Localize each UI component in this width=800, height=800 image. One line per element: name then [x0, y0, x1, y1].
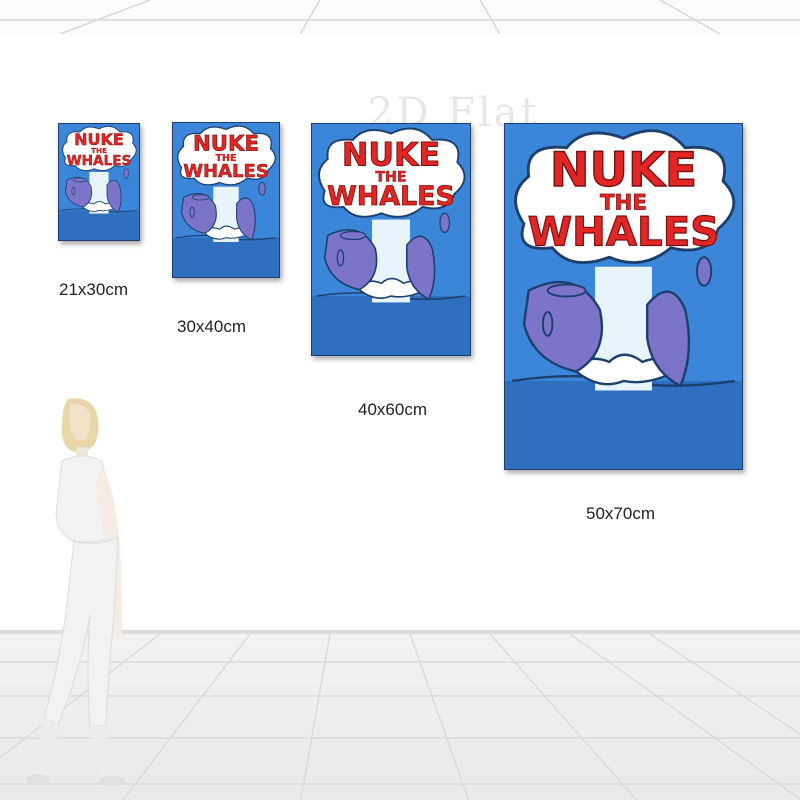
poster-title-line3: WHALES [67, 153, 132, 169]
size-label-50x70: 50x70cm [586, 504, 655, 523]
poster-artwork: NUKE THE WHALES [505, 124, 742, 469]
size-label-30x40: 30x40cm [177, 317, 246, 336]
poster-30x40: NUKE THE WHALES [172, 122, 280, 278]
poster-artwork: NUKE THE WHALES [312, 124, 470, 355]
poster-title-line3: WHALES [183, 161, 269, 182]
poster-artwork: NUKE THE WHALES [59, 124, 139, 240]
poster-title-line3: WHALES [327, 181, 455, 212]
size-label-21x30: 21x30cm [59, 280, 128, 299]
poster-50x70: NUKE THE WHALES [504, 123, 743, 470]
poster-40x60: NUKE THE WHALES [311, 123, 471, 356]
poster-title-line1: NUKE [342, 137, 440, 173]
poster-21x30: NUKE THE WHALES [58, 123, 140, 241]
size-label-40x60: 40x60cm [358, 400, 427, 419]
gallery-scene: 2D Flat NUKE THE WHALES NUKE THE WHALES … [0, 0, 800, 800]
poster-title-line3: WHALES [528, 208, 720, 255]
ceiling-grid [0, 0, 800, 35]
poster-artwork: NUKE THE WHALES [173, 123, 279, 277]
person-figure [26, 398, 126, 786]
ceiling [0, 0, 800, 35]
